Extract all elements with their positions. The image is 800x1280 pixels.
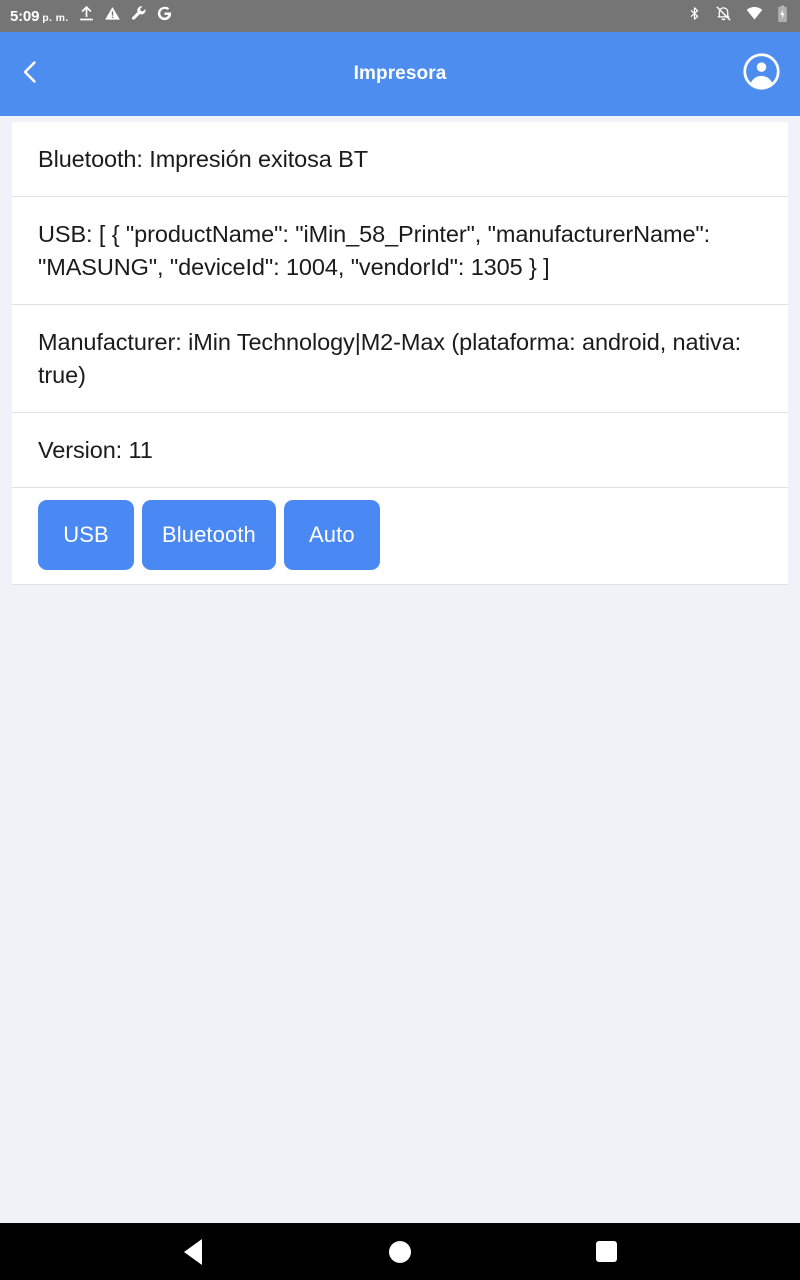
status-bar-right <box>687 4 792 28</box>
warning-icon <box>104 5 121 27</box>
printer-info-card: Bluetooth: Impresión exitosa BT USB: [ {… <box>12 122 788 585</box>
status-clock-time: 5:09 <box>10 7 40 25</box>
page-title: Impresora <box>353 63 447 84</box>
nav-home-button[interactable] <box>365 1223 435 1280</box>
version-text: Version: 11 <box>38 437 153 463</box>
square-recents-icon <box>596 1241 618 1262</box>
account-circle-icon <box>742 52 781 96</box>
nav-back-button[interactable] <box>158 1223 228 1280</box>
battery-icon <box>777 4 788 28</box>
wrench-icon <box>130 5 147 27</box>
bluetooth-status-text: Bluetooth: Impresión exitosa BT <box>38 146 368 172</box>
chevron-left-icon <box>15 57 45 92</box>
usb-devices-text: USB: [ { "productName": "iMin_58_Printer… <box>38 221 711 280</box>
bluetooth-button[interactable]: Bluetooth <box>142 500 276 570</box>
android-navigation-bar <box>0 1223 800 1280</box>
content-area: Bluetooth: Impresión exitosa BT USB: [ {… <box>0 116 800 1223</box>
circle-home-icon <box>388 1240 411 1263</box>
info-row-bluetooth: Bluetooth: Impresión exitosa BT <box>12 122 788 197</box>
action-button-row: USB Bluetooth Auto <box>12 488 788 585</box>
status-bar: 5:09 p. m. <box>0 0 800 32</box>
notifications-off-icon <box>715 5 732 27</box>
nav-recents-button[interactable] <box>572 1223 642 1280</box>
auto-button[interactable]: Auto <box>283 500 380 570</box>
app-bar: Impresora <box>0 32 800 116</box>
info-row-usb: USB: [ { "productName": "iMin_58_Printer… <box>12 197 788 305</box>
account-button[interactable] <box>736 32 786 116</box>
status-bar-left: 5:09 p. m. <box>10 5 687 27</box>
phone-screen: 5:09 p. m. Impresora Bluetooth: Impresió… <box>0 0 800 1280</box>
info-row-manufacturer: Manufacturer: iMin Technology|M2-Max (pl… <box>12 305 788 413</box>
triangle-back-icon <box>184 1238 203 1265</box>
wifi-icon <box>745 5 764 27</box>
status-clock: 5:09 p. m. <box>10 8 69 25</box>
bluetooth-icon <box>687 5 702 27</box>
usb-button[interactable]: USB <box>38 500 134 570</box>
back-button[interactable] <box>4 32 56 116</box>
upload-icon <box>78 5 95 27</box>
manufacturer-text: Manufacturer: iMin Technology|M2-Max (pl… <box>38 329 742 388</box>
status-clock-meridiem: p. m. <box>42 11 69 24</box>
info-row-version: Version: 11 <box>12 413 788 488</box>
google-g-icon <box>156 5 173 27</box>
